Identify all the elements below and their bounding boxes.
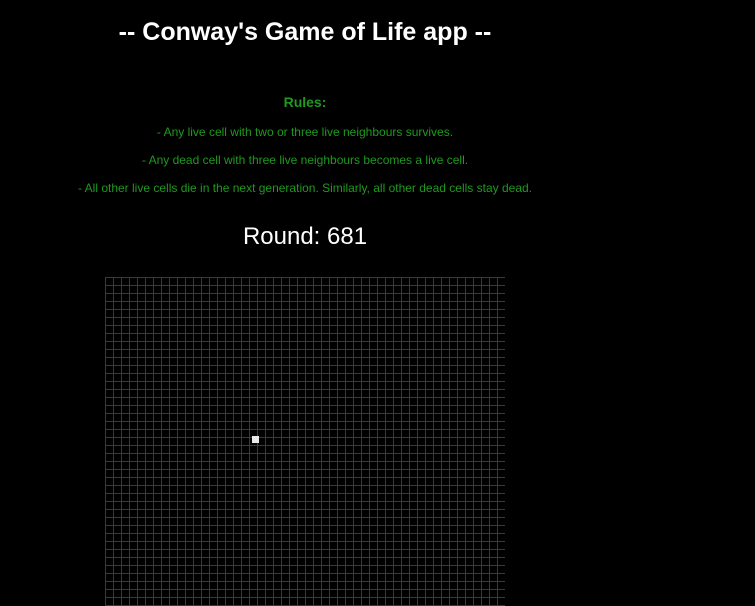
rules-heading: Rules:	[283, 94, 327, 110]
round-counter: Round: 681	[242, 223, 368, 250]
live-cell[interactable]	[252, 436, 259, 443]
rule-birth: - Any dead cell with three live neighbou…	[141, 153, 469, 167]
rule-survival: - Any live cell with two or three live n…	[156, 125, 454, 139]
page-title: -- Conway's Game of Life app --	[118, 18, 492, 46]
game-of-life-app: -- Conway's Game of Life app -- Rules: -…	[0, 0, 610, 606]
rule-death: - All other live cells die in the next g…	[77, 181, 532, 195]
game-grid[interactable]	[105, 277, 505, 606]
